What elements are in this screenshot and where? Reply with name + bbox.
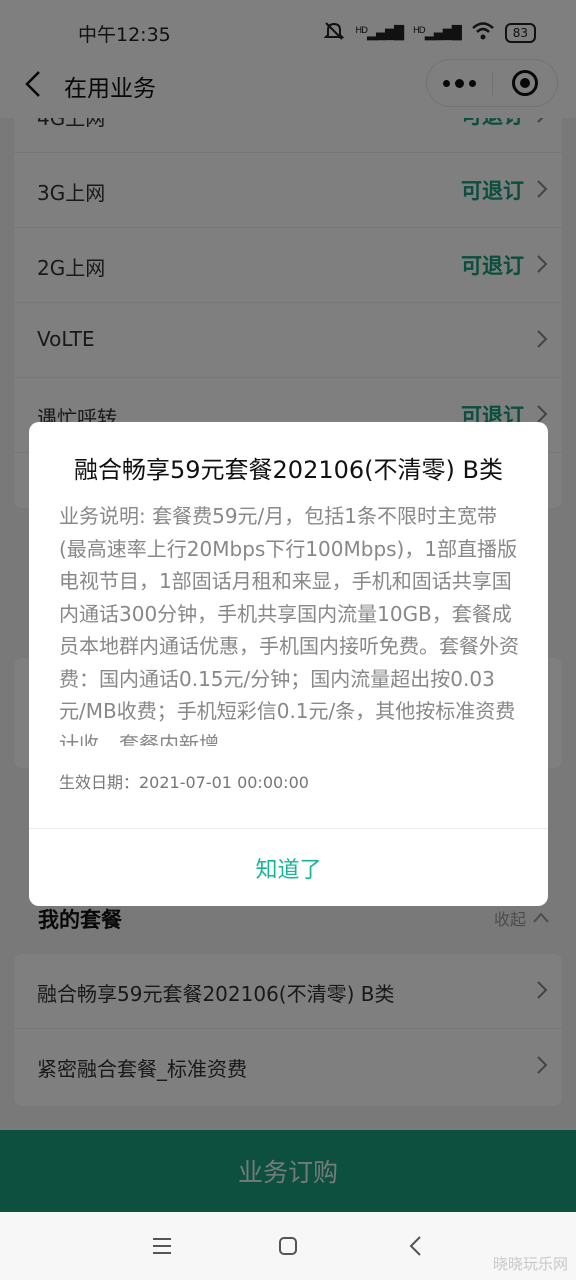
effective-date: 生效日期：2021-07-01 00:00:00 xyxy=(59,773,309,792)
dialog-title: 融合畅享59元套餐202106(不清零) B类 xyxy=(74,456,503,484)
menu-icon[interactable] xyxy=(150,1234,174,1258)
system-nav-bar: 晓晓玩乐网 xyxy=(0,1212,576,1280)
back-triangle-icon[interactable] xyxy=(404,1234,428,1258)
got-it-button[interactable]: 知道了 xyxy=(29,829,548,906)
package-detail-dialog: 融合畅享59元套餐202106(不清零) B类 业务说明: 套餐费59元/月，包… xyxy=(29,422,548,906)
watermark: 晓晓玩乐网 xyxy=(492,1255,568,1273)
home-icon[interactable] xyxy=(276,1234,300,1258)
dialog-description[interactable]: 业务说明: 套餐费59元/月，包括1条不限时主宽带(最高速率上行20Mbps下行… xyxy=(59,500,521,746)
